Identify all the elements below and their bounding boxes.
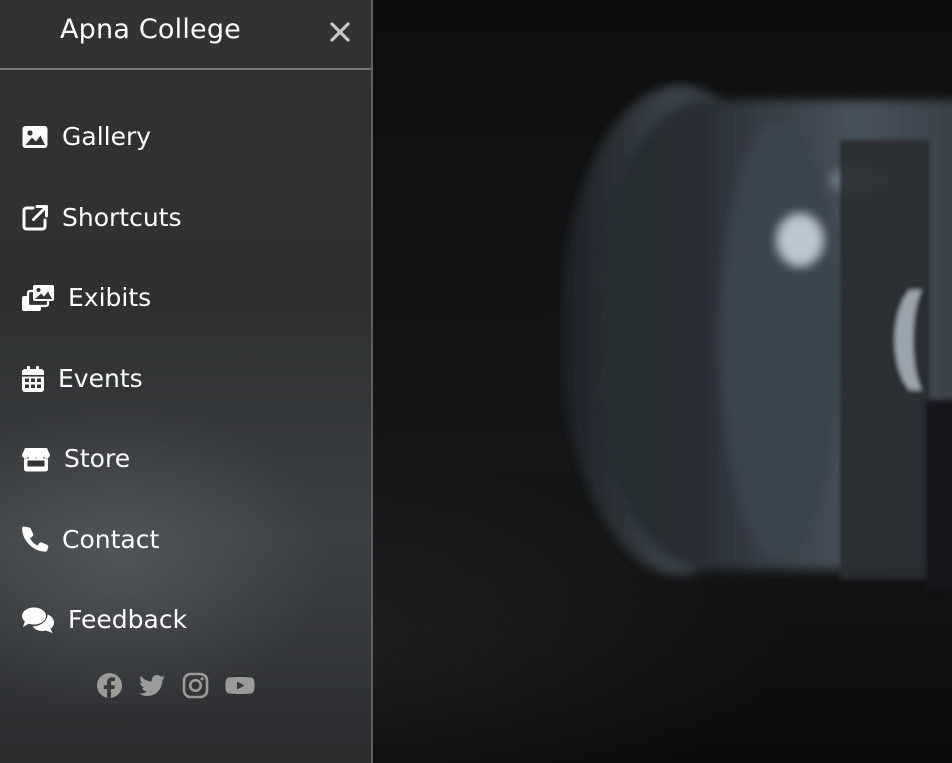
twitter-icon[interactable] xyxy=(139,672,166,699)
page-background: Apna College Gallery Shortcuts Exibits E… xyxy=(0,0,952,763)
camera-lens-image xyxy=(560,80,952,640)
sidebar-item-gallery[interactable]: Gallery xyxy=(21,117,151,157)
youtube-icon[interactable] xyxy=(225,672,255,699)
comments-icon xyxy=(21,606,55,634)
sidebar: Apna College Gallery Shortcuts Exibits E… xyxy=(0,0,373,763)
sidebar-item-label: Gallery xyxy=(62,122,152,151)
phone-icon xyxy=(21,526,49,554)
sidebar-item-label: Store xyxy=(64,444,131,473)
close-button[interactable] xyxy=(324,16,356,48)
social-links xyxy=(96,672,255,699)
sidebar-item-label: Exibits xyxy=(68,283,152,312)
sidebar-item-label: Events xyxy=(58,364,143,393)
facebook-icon[interactable] xyxy=(96,672,123,699)
sidebar-item-store[interactable]: Store xyxy=(21,439,130,479)
sidebar-item-label: Feedback xyxy=(68,605,188,634)
close-icon xyxy=(330,22,350,42)
external-link-icon xyxy=(21,204,49,232)
store-icon xyxy=(21,445,51,473)
sidebar-item-label: Contact xyxy=(62,525,160,554)
instagram-icon[interactable] xyxy=(182,672,209,699)
sidebar-item-feedback[interactable]: Feedback xyxy=(21,600,187,640)
image-icon xyxy=(21,123,49,151)
sidebar-item-label: Shortcuts xyxy=(62,203,182,232)
sidebar-item-events[interactable]: Events xyxy=(21,359,143,399)
sidebar-item-shortcuts[interactable]: Shortcuts xyxy=(21,198,182,238)
sidebar-header: Apna College xyxy=(0,0,371,70)
calendar-icon xyxy=(21,365,45,393)
sidebar-item-exibits[interactable]: Exibits xyxy=(21,278,151,318)
sidebar-item-contact[interactable]: Contact xyxy=(21,520,159,560)
photo-stack-icon xyxy=(21,284,55,312)
brand-title[interactable]: Apna College xyxy=(60,14,241,45)
